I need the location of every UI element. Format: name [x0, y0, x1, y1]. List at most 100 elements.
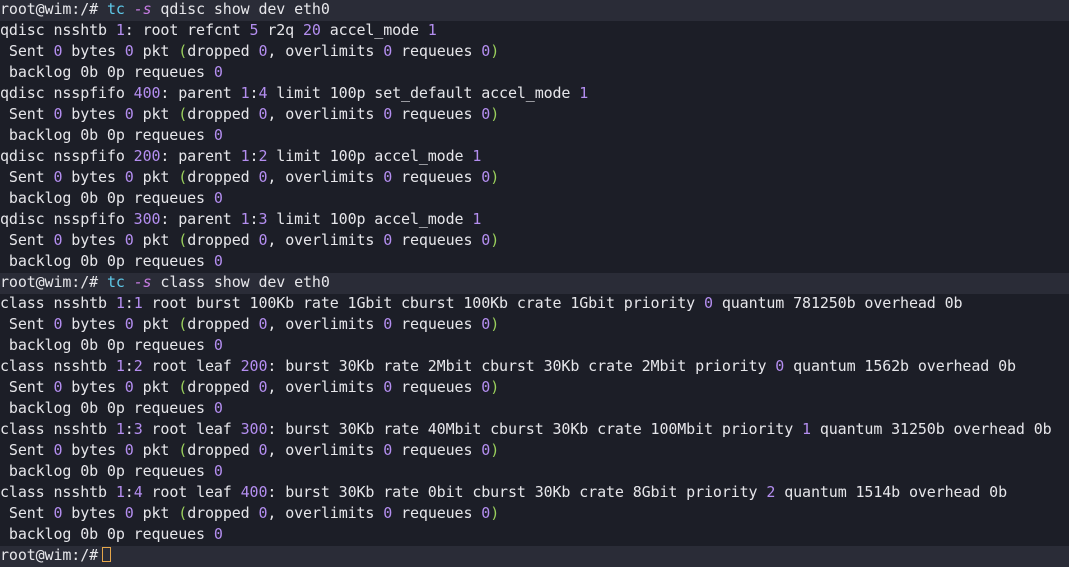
number-value: 0: [383, 504, 393, 522]
terminal-window[interactable]: root@wim:/# tc -s qdisc show dev eth0 qdi…: [0, 0, 1069, 567]
parenthesis: (: [178, 441, 188, 459]
output-text: :: [124, 357, 134, 375]
output-text: : parent: [160, 84, 241, 102]
number-value: 0: [383, 105, 393, 123]
output-text: qdisc show dev eth0: [151, 0, 330, 18]
output-text: , overlimits: [267, 42, 384, 60]
output-text: :: [124, 483, 134, 501]
number-value: 0: [383, 315, 393, 333]
output-text: dropped: [187, 441, 259, 459]
output-text: backlog 0b 0p requeues: [0, 525, 214, 543]
output-text: requeues: [392, 315, 482, 333]
output-text: Sent: [0, 105, 54, 123]
output-text: qdisc nsspfifo: [0, 147, 134, 165]
output-text: dropped: [187, 42, 259, 60]
number-value: 1: [115, 294, 125, 312]
output-text: class nsshtb: [0, 420, 116, 438]
parenthesis: (: [178, 105, 188, 123]
output-text: bytes: [62, 105, 125, 123]
parenthesis: (: [178, 315, 188, 333]
output-line: Sent 0 bytes 0 pkt (dropped 0, overlimit…: [0, 42, 1069, 63]
output-text: accel_mode: [320, 21, 428, 39]
output-text: dropped: [187, 504, 259, 522]
prompt-text: root@wim:/#: [0, 0, 107, 18]
output-line: backlog 0b 0p requeues 0: [0, 126, 1069, 147]
output-text: , overlimits: [267, 105, 384, 123]
output-text: : parent: [160, 210, 241, 228]
output-text: limit 100p set_default accel_mode: [267, 84, 580, 102]
number-value: 1: [802, 420, 811, 438]
output-text: requeues: [392, 231, 482, 249]
command-name: tc: [106, 0, 125, 18]
parenthesis: (: [178, 231, 188, 249]
number-value: 0: [213, 189, 223, 207]
number-value: 0: [481, 441, 491, 459]
number-value: 0: [213, 252, 223, 270]
output-line: Sent 0 bytes 0 pkt (dropped 0, overlimit…: [0, 105, 1069, 126]
output-text: Sent: [0, 378, 54, 396]
parenthesis: ): [490, 441, 500, 459]
number-value: 400: [133, 84, 161, 102]
number-value: 0: [775, 357, 785, 375]
parenthesis: (: [178, 504, 188, 522]
output-text: , overlimits: [267, 315, 384, 333]
number-value: 0: [213, 399, 223, 417]
number-value: 1: [240, 84, 250, 102]
output-text: root leaf: [142, 483, 241, 501]
output-text: requeues: [392, 378, 482, 396]
parenthesis: ): [490, 42, 500, 60]
output-text: , overlimits: [267, 168, 384, 186]
output-text: backlog 0b 0p requeues: [0, 126, 214, 144]
output-text: Sent: [0, 504, 54, 522]
output-text: bytes: [62, 42, 125, 60]
number-value: 0: [124, 441, 134, 459]
parenthesis: ): [490, 231, 500, 249]
output-line: class nsshtb 1:1 root burst 100Kb rate 1…: [0, 294, 1069, 315]
number-value: 0: [704, 294, 713, 312]
output-text: Sent: [0, 231, 54, 249]
parenthesis: ): [490, 378, 500, 396]
output-text: backlog 0b 0p requeues: [0, 399, 214, 417]
number-value: 2: [133, 357, 143, 375]
output-text: root leaf: [142, 357, 241, 375]
command-line: root@wim:/# tc -s qdisc show dev eth0: [0, 0, 1069, 21]
output-line: qdisc nsspfifo 200: parent 1:2 limit 100…: [0, 147, 1069, 168]
output-line: Sent 0 bytes 0 pkt (dropped 0, overlimit…: [0, 315, 1069, 336]
output-text: Sent: [0, 315, 54, 333]
output-text: pkt: [133, 168, 179, 186]
number-value: 0: [124, 378, 134, 396]
output-text: , overlimits: [267, 378, 384, 396]
output-text: Sent: [0, 441, 54, 459]
output-text: bytes: [62, 504, 125, 522]
output-text: pkt: [133, 378, 179, 396]
output-line: Sent 0 bytes 0 pkt (dropped 0, overlimit…: [0, 231, 1069, 252]
output-text: , overlimits: [267, 441, 384, 459]
output-line: qdisc nsspfifo 300: parent 1:3 limit 100…: [0, 210, 1069, 231]
output-text: r2q: [258, 21, 304, 39]
number-value: 300: [133, 210, 161, 228]
output-line: backlog 0b 0p requeues 0: [0, 252, 1069, 273]
output-text: backlog 0b 0p requeues: [0, 462, 214, 480]
text-cursor[interactable]: [102, 547, 112, 562]
number-value: 1: [115, 420, 125, 438]
command-name: tc: [106, 273, 125, 291]
output-text: backlog 0b 0p requeues: [0, 252, 214, 270]
output-text: class show dev eth0: [151, 273, 330, 291]
output-text: Sent: [0, 42, 54, 60]
number-value: 0: [383, 168, 393, 186]
number-value: 0: [481, 42, 491, 60]
output-text: quantum 1514b overhead 0b: [775, 483, 1007, 501]
number-value: 1: [133, 294, 143, 312]
number-value: 3: [133, 420, 143, 438]
number-value: 1: [240, 147, 250, 165]
parenthesis: ): [490, 105, 500, 123]
number-value: 0: [481, 315, 491, 333]
number-value: 0: [124, 231, 134, 249]
output-text: : burst 30Kb rate 0bit cburst 30Kb crate…: [267, 483, 767, 501]
output-text: : burst 30Kb rate 2Mbit cburst 30Kb crat…: [267, 357, 776, 375]
output-text: class nsshtb: [0, 294, 116, 312]
output-text: backlog 0b 0p requeues: [0, 336, 214, 354]
output-text: dropped: [187, 105, 259, 123]
number-value: 0: [124, 105, 134, 123]
